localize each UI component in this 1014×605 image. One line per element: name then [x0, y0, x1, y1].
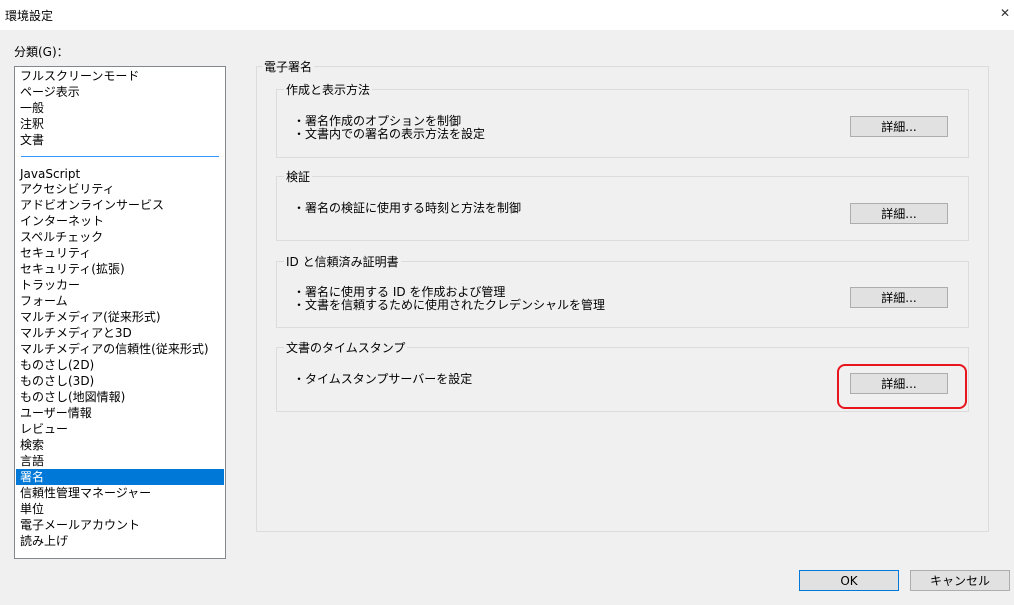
category-item[interactable]: 文書 [16, 132, 224, 148]
category-item[interactable]: セキュリティ [16, 245, 224, 261]
category-separator [21, 156, 219, 157]
category-item[interactable]: ものさし(2D) [16, 357, 224, 373]
category-item[interactable]: マルチメディアの信頼性(従来形式) [16, 341, 224, 357]
section-title: 検証 [284, 168, 313, 185]
cancel-button[interactable]: キャンセル [910, 570, 1010, 591]
category-item[interactable]: JavaScript [16, 166, 224, 182]
category-item[interactable]: トラッカー [16, 277, 224, 293]
category-item[interactable]: ものさし(3D) [16, 373, 224, 389]
close-icon[interactable]: ✕ [1000, 6, 1010, 20]
creation-detail-button[interactable]: 詳細... [850, 116, 948, 137]
category-item[interactable]: 単位 [16, 501, 224, 517]
category-item[interactable]: 電子メールアカウント [16, 517, 224, 533]
category-item[interactable]: 注釈 [16, 116, 224, 132]
category-item[interactable]: 読み上げ [16, 533, 224, 549]
category-item[interactable]: インターネット [16, 213, 224, 229]
category-item[interactable]: ユーザー情報 [16, 405, 224, 421]
category-item[interactable]: 信頼性管理マネージャー [16, 485, 224, 501]
category-list[interactable]: フルスクリーンモード ページ表示 一般 注釈 文書 JavaScript アクセ… [14, 66, 226, 559]
category-item[interactable]: 一般 [16, 100, 224, 116]
section-line: ・文書を信頼するために使用されたクレデンシャルを管理 [293, 298, 606, 312]
window-title: 環境設定 [5, 9, 54, 23]
title-bar: 環境設定 ✕ [0, 0, 1014, 30]
section-title: 作成と表示方法 [284, 81, 373, 98]
category-item[interactable]: ページ表示 [16, 84, 224, 100]
category-item[interactable]: アドビオンラインサービス [16, 197, 224, 213]
timestamp-detail-button[interactable]: 詳細... [850, 373, 948, 394]
section-line: ・タイムスタンプサーバーを設定 [293, 372, 473, 386]
section-line: ・署名の検証に使用する時刻と方法を制御 [293, 201, 522, 215]
category-item[interactable]: マルチメディア(従来形式) [16, 309, 224, 325]
signature-group-title: 電子署名 [262, 58, 315, 75]
ok-button[interactable]: OK [799, 570, 899, 591]
category-item[interactable]: セキュリティ(拡張) [16, 261, 224, 277]
identities-detail-button[interactable]: 詳細... [850, 287, 948, 308]
category-item[interactable]: レビュー [16, 421, 224, 437]
category-item[interactable]: 検索 [16, 437, 224, 453]
category-item[interactable]: マルチメディアと3D [16, 325, 224, 341]
section-title: 文書のタイムスタンプ [284, 339, 408, 356]
section-title: ID と信頼済み証明書 [284, 253, 401, 270]
verification-detail-button[interactable]: 詳細... [850, 203, 948, 224]
category-label: 分類(G)： [14, 45, 69, 59]
category-item[interactable]: フォーム [16, 293, 224, 309]
category-item[interactable]: ものさし(地図情報) [16, 389, 224, 405]
section-line: ・文書内での署名の表示方法を設定 [293, 127, 486, 141]
category-item[interactable]: スペルチェック [16, 229, 224, 245]
category-item[interactable]: アクセシビリティ [16, 181, 224, 197]
category-item[interactable]: フルスクリーンモード [16, 68, 224, 84]
category-item-selected[interactable]: 署名 [16, 469, 224, 485]
category-item[interactable]: 言語 [16, 453, 224, 469]
